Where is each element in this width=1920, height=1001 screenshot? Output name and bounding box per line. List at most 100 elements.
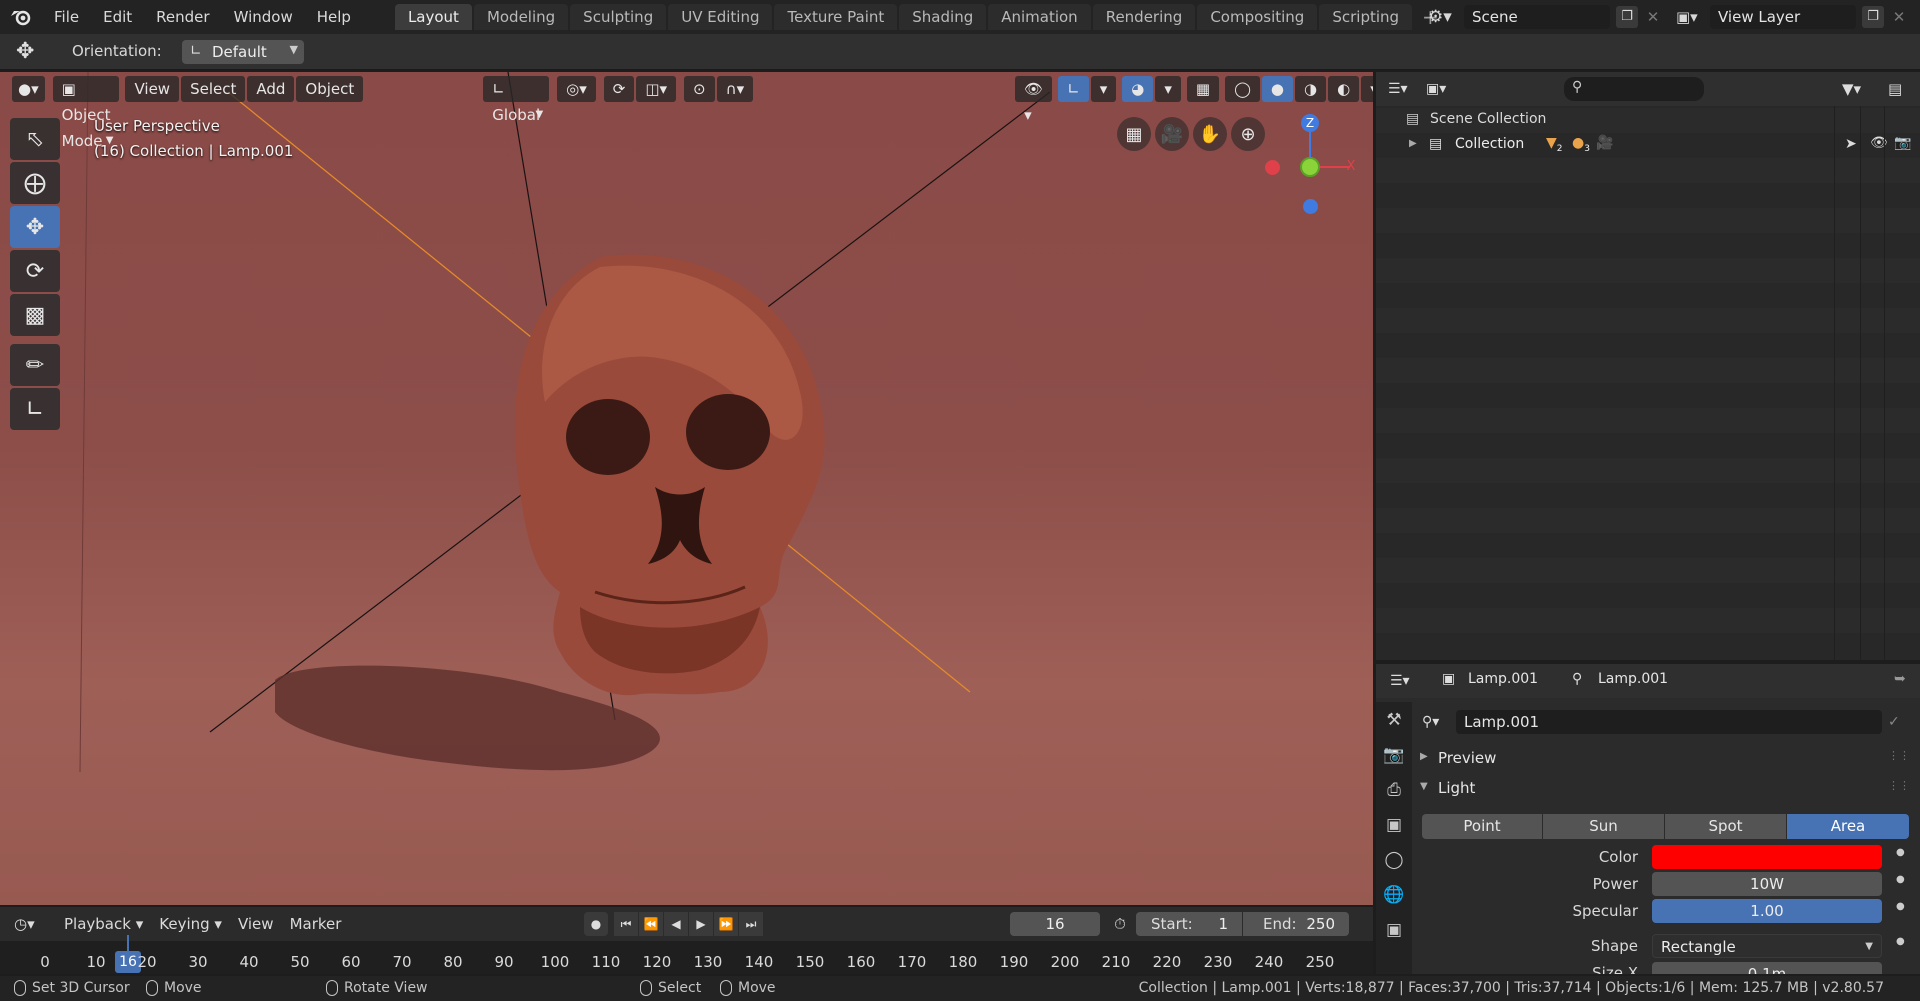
menu-add[interactable]: Add (247, 76, 295, 102)
tab-sculpting[interactable]: Sculpting (570, 4, 667, 30)
expand-arrow-icon[interactable]: ▶ (1409, 138, 1417, 149)
orientation-dropdown[interactable]: ∟ Default ▼ (182, 40, 304, 64)
tab-shading[interactable]: Shading (899, 4, 987, 30)
camera-view-icon[interactable]: 🎥 (1155, 117, 1189, 151)
outliner-search-input[interactable]: ⚲ (1564, 77, 1704, 101)
light-datablock-icon[interactable]: ⚲▾ (1422, 710, 1452, 734)
outliner-row-scene-collection[interactable]: ▤ Scene Collection (1376, 108, 1920, 133)
proportional-falloff-icon[interactable]: ∩▾ (716, 76, 754, 102)
prev-keyframe-icon[interactable]: ⏪ (639, 912, 663, 936)
start-frame-field[interactable]: Start: 1 (1136, 912, 1242, 936)
pin-icon[interactable]: ➥ (1894, 671, 1906, 687)
jump-start-icon[interactable]: ⏮ (614, 912, 638, 936)
stopwatch-icon[interactable]: ⏱ (1108, 912, 1132, 936)
preview-panel-header[interactable]: ▶ Preview ⋮⋮ (1420, 748, 1914, 770)
end-frame-field[interactable]: End: 250 (1243, 912, 1349, 936)
menu-timeline-view[interactable]: View (230, 915, 282, 933)
pan-view-icon[interactable]: ✋ (1193, 117, 1227, 151)
selectable-toggle-icon[interactable]: ➤ (1845, 136, 1857, 152)
tab-modeling[interactable]: Modeling (473, 4, 569, 30)
overlays-toggle-icon[interactable]: ◕ (1122, 76, 1154, 102)
shading-wireframe-icon[interactable]: ◯ (1225, 76, 1260, 102)
scale-tool-icon[interactable]: ▩ (10, 294, 60, 336)
view-layer-icon[interactable]: ▣▾ (1676, 5, 1706, 29)
frame-ruler[interactable]: 16 0 10 20 30 40 50 60 70 80 90 100 110 … (0, 935, 1373, 974)
tab-uv-editing[interactable]: UV Editing (668, 4, 773, 30)
blender-logo-icon[interactable] (0, 0, 42, 34)
drag-handle-icon[interactable]: ⋮⋮ (1888, 749, 1910, 762)
shading-options-icon[interactable]: ▾ (1361, 76, 1373, 102)
tab-compositing[interactable]: Compositing (1197, 4, 1318, 30)
select-box-tool-icon[interactable]: ⬁ (10, 118, 60, 160)
output-tab-icon[interactable]: ⎙ (1376, 772, 1412, 807)
snap-target-button[interactable]: ◫▾ (636, 76, 677, 102)
render-toggle-icon[interactable]: 📷 (1894, 135, 1911, 151)
shape-dropdown[interactable]: Rectangle ▼ (1652, 934, 1882, 958)
light-type-spot[interactable]: Spot (1665, 814, 1786, 839)
gizmo-toggle-icon[interactable]: ∟ (1058, 76, 1089, 102)
new-view-layer-icon[interactable]: ❐ (1862, 6, 1884, 28)
light-type-area[interactable]: Area (1787, 814, 1909, 839)
power-field[interactable]: 10W (1652, 872, 1882, 896)
axis-neg-x-dot[interactable] (1265, 160, 1280, 175)
axis-y-dot[interactable] (1300, 157, 1320, 177)
menu-help[interactable]: Help (305, 0, 363, 34)
gizmo-options-icon[interactable]: ▾ (1090, 76, 1117, 102)
play-icon[interactable]: ▶ (689, 912, 713, 936)
snap-toggle-icon[interactable]: ⟳ (603, 76, 635, 102)
axis-x-dot[interactable]: X (1342, 158, 1360, 176)
new-collection-icon[interactable]: ▤ (1888, 78, 1910, 100)
light-type-point[interactable]: Point (1422, 814, 1542, 839)
menu-view[interactable]: View (125, 76, 180, 102)
render-tab-icon[interactable]: 📷 (1376, 737, 1412, 772)
toggle-camera-icon[interactable]: ▦ (1117, 117, 1151, 151)
remove-view-layer-icon[interactable]: ✕ (1888, 6, 1910, 28)
light-datablock-field[interactable]: Lamp.001 (1456, 710, 1882, 734)
animate-dot-icon[interactable]: ● (1896, 847, 1905, 858)
object-mode-dropdown[interactable]: ▣ Object Mode ▼ (52, 76, 120, 150)
menu-select[interactable]: Select (181, 76, 246, 102)
tab-scripting[interactable]: Scripting (1319, 4, 1413, 30)
view-layer-selector[interactable]: View Layer (1710, 5, 1856, 29)
visibility-button[interactable]: 👁▾ (1015, 76, 1053, 124)
animate-dot-icon[interactable]: ● (1896, 874, 1905, 885)
menu-render[interactable]: Render (144, 0, 221, 34)
xray-toggle-icon[interactable]: ▦ (1186, 76, 1220, 102)
light-color-swatch[interactable] (1652, 845, 1882, 869)
menu-edit[interactable]: Edit (91, 0, 144, 34)
measure-tool-icon[interactable]: ∟ (10, 388, 60, 430)
annotate-tool-icon[interactable]: ✏ (10, 344, 60, 386)
drag-handle-icon[interactable]: ⋮⋮ (1888, 779, 1910, 792)
shading-material-icon[interactable]: ◑ (1295, 76, 1327, 102)
light-type-sun[interactable]: Sun (1543, 814, 1664, 839)
new-scene-icon[interactable]: ❐ (1616, 6, 1638, 28)
current-frame-field[interactable]: 16 (1010, 912, 1100, 936)
overlays-options-icon[interactable]: ▾ (1155, 76, 1181, 102)
outliner-editor-type-icon[interactable]: ☰▾ (1388, 78, 1420, 100)
tab-animation[interactable]: Animation (988, 4, 1091, 30)
scene-selector[interactable]: Scene (1464, 5, 1610, 29)
properties-editor-type-icon[interactable]: ☰▾ (1390, 670, 1422, 692)
axis-neg-z-dot[interactable] (1303, 199, 1318, 214)
shading-rendered-icon[interactable]: ◐ (1328, 76, 1360, 102)
light-panel-header[interactable]: ▼ Light ⋮⋮ (1420, 778, 1914, 800)
tab-rendering[interactable]: Rendering (1092, 4, 1196, 30)
rotate-tool-icon[interactable]: ⟳ (10, 250, 60, 292)
fake-user-icon[interactable]: ✓ (1888, 710, 1912, 734)
next-keyframe-icon[interactable]: ⏩ (714, 912, 738, 936)
menu-window[interactable]: Window (222, 0, 305, 34)
play-reverse-icon[interactable]: ◀ (664, 912, 688, 936)
display-mode-icon[interactable]: ▣▾ (1426, 78, 1458, 100)
3d-viewport[interactable]: ●▾ ▣ Object Mode ▼ View Select Add Objec… (0, 72, 1373, 905)
transform-orientation-dropdown[interactable]: ∟ Global ▼ (483, 76, 550, 124)
cursor-tool-icon[interactable]: ⨁ (10, 162, 60, 204)
menu-keying[interactable]: Keying ▾ (151, 915, 230, 933)
proportional-edit-icon[interactable]: ⊙ (684, 76, 715, 102)
tab-texture-paint[interactable]: Texture Paint (774, 4, 898, 30)
tool-tab-icon[interactable]: ⚒ (1376, 702, 1412, 737)
animate-dot-icon[interactable]: ● (1896, 936, 1905, 947)
timeline-editor-type-icon[interactable]: ◷▾ (14, 915, 50, 933)
axis-z-dot[interactable]: Z (1301, 114, 1319, 132)
pivot-point-button[interactable]: ◎▾ (557, 76, 596, 102)
shading-solid-icon[interactable]: ● (1261, 76, 1293, 102)
